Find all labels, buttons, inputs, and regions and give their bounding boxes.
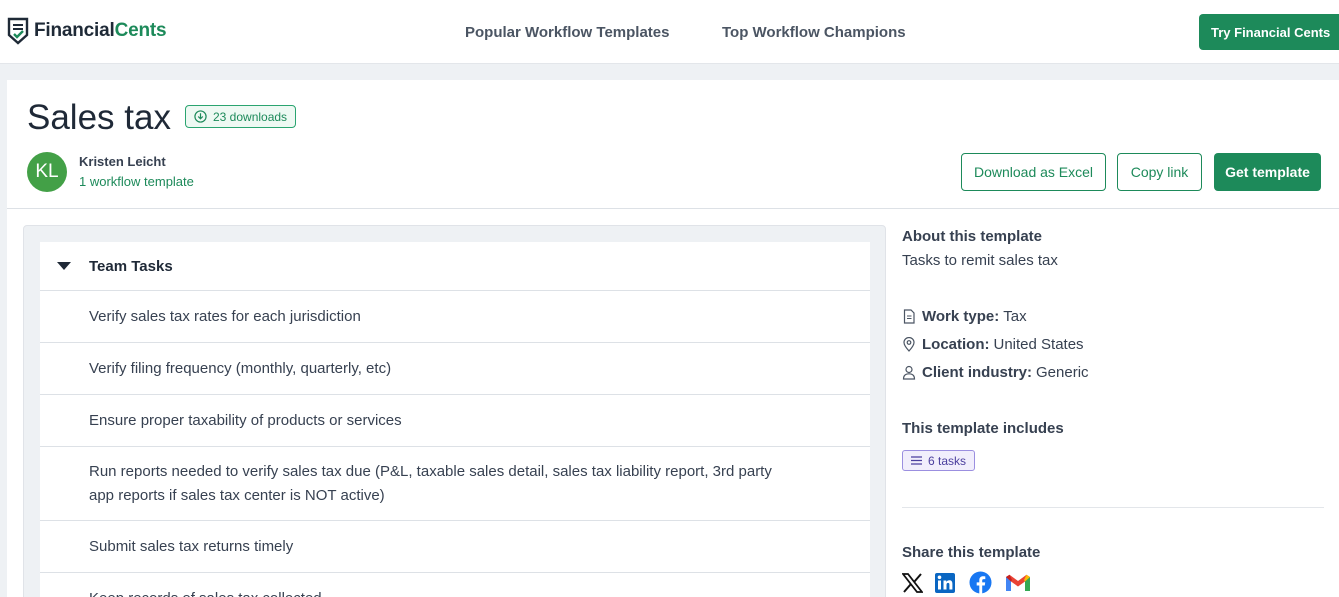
caret-down-icon[interactable] — [57, 262, 71, 270]
work-type-label: Work type: — [922, 308, 1000, 325]
user-icon — [902, 365, 916, 380]
sidebar-divider — [902, 507, 1324, 508]
industry-label: Client industry: — [922, 364, 1033, 381]
task-section: Team Tasks Verify sales tax rates for ea… — [40, 242, 870, 597]
task-row: Submit sales tax returns timely — [40, 521, 870, 573]
downloads-badge: 23 downloads — [185, 105, 297, 128]
downloads-count: 23 downloads — [213, 109, 288, 124]
task-label: Verify filing frequency (monthly, quarte… — [89, 359, 392, 377]
header-divider — [7, 208, 1339, 209]
location-label: Location: — [922, 336, 990, 353]
task-label: Ensure proper taxability of products or … — [89, 411, 402, 429]
task-panel: Team Tasks Verify sales tax rates for ea… — [23, 225, 886, 597]
task-label: Run reports needed to verify sales tax d… — [89, 462, 772, 504]
task-row: Keep records of sales tax collected — [40, 573, 870, 597]
work-type-value: Tax — [1003, 308, 1027, 325]
industry-row: Client industry: Generic — [902, 364, 1089, 381]
avatar: KL — [27, 152, 67, 192]
about-label: About this template — [902, 228, 1043, 245]
tasks-count: 6 tasks — [928, 453, 967, 468]
logo-shield-icon — [7, 17, 29, 45]
section-header-team-tasks[interactable]: Team Tasks — [40, 242, 870, 291]
document-icon — [903, 309, 915, 324]
task-row: Run reports needed to verify sales tax d… — [40, 447, 870, 521]
location-row: Location: United States — [902, 336, 1084, 353]
about-text: Tasks to remit sales tax — [902, 252, 1058, 269]
logo-text-cents: Cents — [114, 20, 167, 41]
task-label: Keep records of sales tax collected — [89, 587, 322, 597]
get-template-button[interactable]: Get template — [1214, 153, 1321, 191]
nav-link-popular-templates[interactable]: Popular Workflow Templates — [465, 24, 669, 41]
gmail-icon[interactable] — [1004, 573, 1032, 593]
financial-cents-logo[interactable]: FinancialCents — [7, 17, 167, 45]
task-row: Verify filing frequency (monthly, quarte… — [40, 343, 870, 395]
share-label: Share this template — [902, 544, 1041, 561]
facebook-icon[interactable] — [969, 571, 992, 594]
linkedin-icon[interactable] — [935, 572, 957, 593]
logo-text: FinancialCents — [34, 20, 167, 42]
template-card: Sales tax 23 downloads KL Kristen Leicht… — [7, 80, 1339, 597]
tasks-count-badge: 6 tasks — [902, 450, 976, 471]
task-label: Submit sales tax returns timely — [89, 537, 294, 555]
copy-link-button[interactable]: Copy link — [1117, 153, 1202, 191]
author-name: Kristen Leicht — [79, 154, 166, 169]
industry-value: Generic — [1036, 364, 1089, 381]
author-templates-link[interactable]: 1 workflow template — [79, 174, 194, 189]
list-icon — [911, 456, 922, 465]
page-title: Sales tax — [27, 98, 171, 137]
work-type-row: Work type: Tax — [902, 308, 1027, 325]
section-title: Team Tasks — [89, 257, 173, 275]
includes-label: This template includes — [902, 420, 1064, 437]
download-circle-icon — [194, 110, 207, 123]
try-financial-cents-button[interactable]: Try Financial Cents — [1199, 14, 1339, 50]
share-buttons — [902, 571, 1032, 594]
nav-link-top-champions[interactable]: Top Workflow Champions — [722, 24, 906, 41]
download-excel-button[interactable]: Download as Excel — [961, 153, 1106, 191]
x-twitter-icon[interactable] — [902, 572, 923, 593]
task-label: Verify sales tax rates for each jurisdic… — [89, 307, 361, 325]
logo-text-financial: Financial — [34, 20, 115, 41]
task-row: Ensure proper taxability of products or … — [40, 395, 870, 447]
location-value: United States — [993, 336, 1084, 353]
top-navigation: FinancialCents Popular Workflow Template… — [0, 0, 1339, 64]
task-row: Verify sales tax rates for each jurisdic… — [40, 291, 870, 343]
location-pin-icon — [903, 337, 915, 352]
